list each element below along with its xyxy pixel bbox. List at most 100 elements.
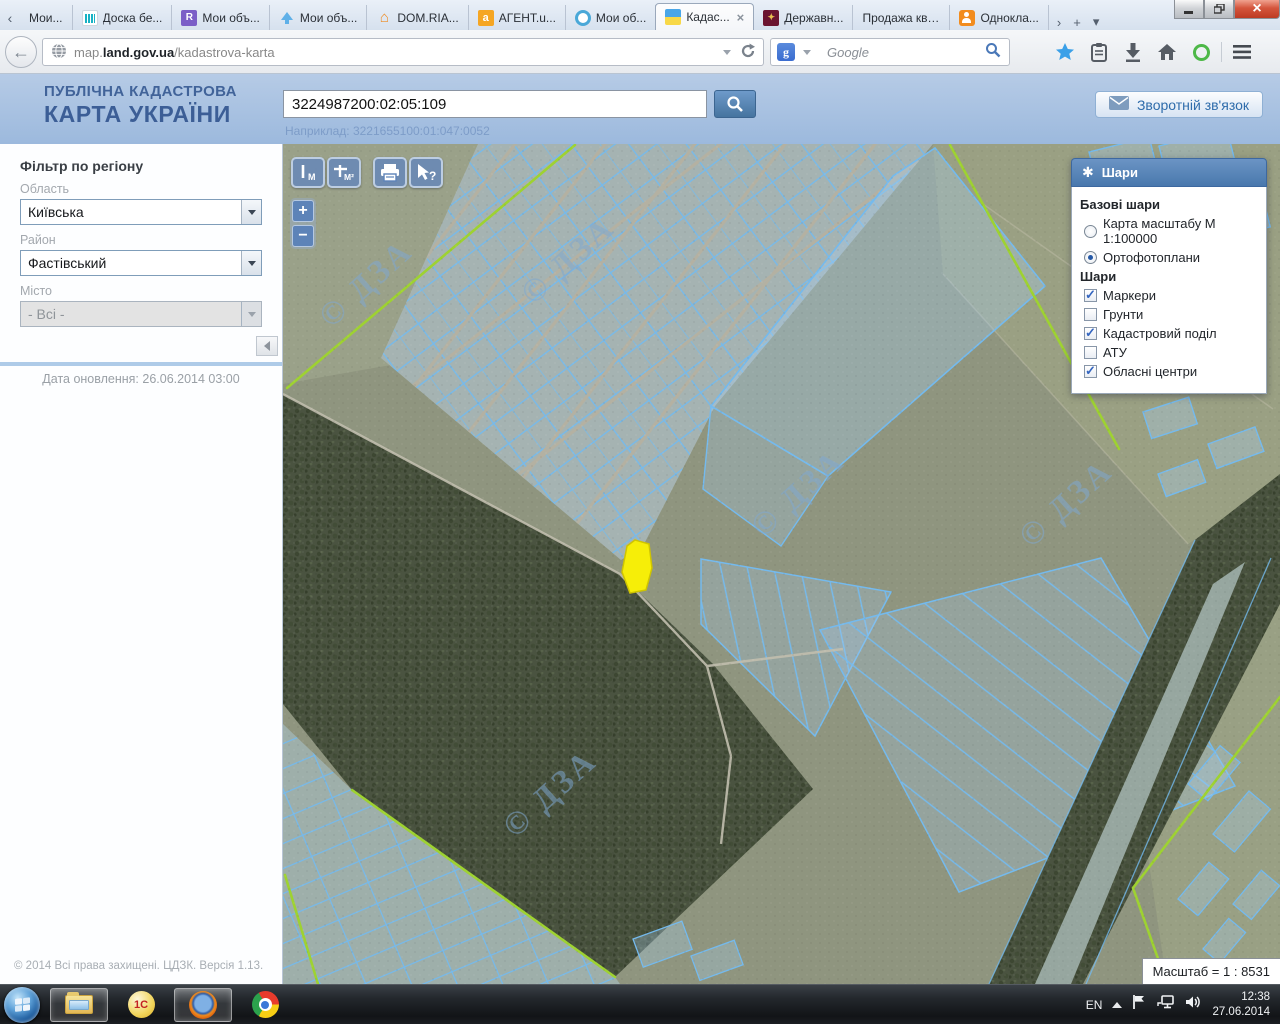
reload-button[interactable] — [739, 42, 757, 63]
new-tab-button[interactable]: + — [1069, 15, 1085, 30]
tab[interactable]: Продажа ква... — [853, 5, 950, 30]
volume-icon[interactable] — [1185, 994, 1202, 1015]
firefox-taskbar-button[interactable] — [174, 988, 232, 1022]
search-engine-dropdown-icon[interactable] — [803, 50, 811, 55]
tab-active[interactable]: Кадас... × — [655, 3, 754, 30]
checkbox-option[interactable]: АТУ — [1084, 345, 1258, 360]
map-viewport[interactable]: © ДЗА © ДЗА © ДЗА © ДЗА © ДЗА — [283, 144, 1280, 984]
tab-label: DOM.RIA... — [397, 11, 458, 25]
tab[interactable]: Доска бе... — [73, 5, 173, 30]
close-button[interactable]: × — [1234, 0, 1280, 19]
r-purple-favicon-icon: R — [181, 10, 197, 26]
base-layers-title: Базові шари — [1080, 197, 1258, 212]
home-icon[interactable] — [1150, 38, 1184, 66]
checkbox-icon[interactable] — [1084, 289, 1097, 302]
option-label: Грунти — [1103, 307, 1143, 322]
copyright-label: © 2014 Всі права захищені. ЦДЗК. Версія … — [14, 960, 263, 972]
print-button[interactable] — [373, 157, 407, 188]
page-header: ПУБЛІЧНА КАДАСТРОВА КАРТА УКРАЇНИ Наприк… — [0, 74, 1280, 144]
layers-panel-header[interactable]: ✱ Шари — [1071, 158, 1267, 187]
minimize-button[interactable] — [1174, 0, 1204, 19]
svg-text:?: ? — [429, 169, 436, 183]
explorer-taskbar-button[interactable] — [50, 988, 108, 1022]
tab[interactable]: Мои объ... — [270, 5, 368, 30]
tab[interactable]: Мои об... — [566, 5, 656, 30]
restore-button[interactable] — [1204, 0, 1234, 19]
sidebar-collapse-button[interactable] — [256, 336, 278, 356]
parcel-search-button[interactable] — [714, 90, 756, 118]
url-bar[interactable]: map.land.gov.ua/kadastrova-karta — [42, 38, 764, 66]
url-dropdown-icon[interactable] — [723, 50, 731, 55]
start-button[interactable] — [4, 987, 40, 1023]
selected-parcel-highlight[interactable] — [622, 540, 652, 593]
option-label: Обласні центри — [1103, 364, 1197, 379]
bookmark-star-icon[interactable] — [1048, 38, 1082, 66]
checkbox-icon[interactable] — [1084, 365, 1097, 378]
base-layer-options: Карта масштабу М 1:100000 Ортофотоплани — [1080, 216, 1258, 265]
tab-label: Однокла... — [980, 11, 1038, 25]
ukraine-favicon-icon — [665, 9, 681, 25]
checkbox-option[interactable]: Обласні центри — [1084, 364, 1258, 379]
google-search-engine-icon[interactable]: g — [777, 43, 795, 61]
checkbox-option[interactable]: Грунти — [1084, 307, 1258, 322]
zoom-out-button[interactable]: − — [292, 225, 314, 247]
checkbox-option[interactable]: Маркери — [1084, 288, 1258, 303]
select-місто: - Всі - — [20, 301, 262, 327]
tab[interactable]: RМои объ... — [172, 5, 270, 30]
option-label: Карта масштабу М 1:100000 — [1103, 216, 1258, 246]
tab-scroll-left-button[interactable]: ‹ — [0, 6, 20, 30]
select-район[interactable]: Фастівський — [20, 250, 262, 276]
back-button[interactable]: ← — [5, 36, 37, 68]
checkbox-icon[interactable] — [1084, 346, 1097, 359]
measure-length-button[interactable]: М — [291, 157, 325, 188]
feedback-button[interactable]: Зворотній зв'язок — [1095, 91, 1263, 118]
chrome-taskbar-button[interactable] — [236, 988, 294, 1022]
chrome-icon — [252, 991, 279, 1018]
language-indicator[interactable]: EN — [1086, 998, 1103, 1012]
checkbox-option[interactable]: Кадастровий поділ — [1084, 326, 1258, 341]
1c-taskbar-button[interactable]: 1С — [112, 988, 170, 1022]
show-hidden-icons-button[interactable] — [1112, 1002, 1122, 1008]
radio-icon[interactable] — [1084, 251, 1097, 264]
select-dropdown-button[interactable] — [241, 200, 261, 224]
radio-option[interactable]: Карта масштабу М 1:100000 — [1084, 216, 1258, 246]
bookmarks-menu-icon[interactable] — [1082, 38, 1116, 66]
parcel-search-input[interactable] — [283, 90, 707, 118]
tab[interactable]: Однокла... — [950, 5, 1048, 30]
browser-search-box[interactable]: g Google — [770, 38, 1010, 66]
tab-close-button[interactable]: × — [737, 10, 745, 25]
measure-area-button[interactable]: М² — [327, 157, 361, 188]
tab[interactable]: ✦Державн... — [754, 5, 853, 30]
search-placeholder: Google — [827, 45, 985, 60]
checkbox-icon[interactable] — [1084, 308, 1097, 321]
option-label: Маркери — [1103, 288, 1156, 303]
identify-button[interactable]: ? — [409, 157, 443, 188]
network-icon[interactable] — [1157, 994, 1175, 1015]
radio-icon[interactable] — [1084, 225, 1097, 238]
tab[interactable]: ⌂DOM.RIA... — [367, 5, 468, 30]
arrow-blue-favicon-icon — [279, 10, 295, 26]
field-label: Район — [20, 233, 262, 247]
taskbar-clock[interactable]: 12:38 27.06.2014 — [1212, 990, 1270, 1020]
tab-list-button[interactable]: ▾ — [1089, 14, 1104, 30]
select-область[interactable]: Київська — [20, 199, 262, 225]
tab-scroll-right-button[interactable]: › — [1053, 15, 1065, 30]
ok-orange-favicon-icon — [959, 10, 975, 26]
tab-strip: Мои...Доска бе...RМои объ...Мои объ...⌂D… — [20, 3, 1049, 30]
select-dropdown-button[interactable] — [241, 251, 261, 275]
search-go-icon[interactable] — [985, 42, 1001, 63]
svg-text:М: М — [308, 172, 316, 182]
select-value: - Всі - — [21, 302, 241, 326]
checkbox-icon[interactable] — [1084, 327, 1097, 340]
site-identity-globe-icon[interactable] — [51, 43, 67, 62]
zoom-in-button[interactable]: + — [292, 200, 314, 222]
tab[interactable]: Мои... — [20, 5, 73, 30]
tab-label: Мои об... — [596, 11, 646, 25]
tab[interactable]: aАГЕНТ.u... — [469, 5, 566, 30]
tab-label: Кадас... — [686, 10, 729, 24]
radio-option[interactable]: Ортофотоплани — [1084, 250, 1258, 265]
downloads-icon[interactable] — [1116, 38, 1150, 66]
addon-ring-icon[interactable] — [1184, 38, 1218, 66]
menu-hamburger-icon[interactable] — [1225, 38, 1259, 66]
action-center-flag-icon[interactable] — [1132, 994, 1147, 1015]
